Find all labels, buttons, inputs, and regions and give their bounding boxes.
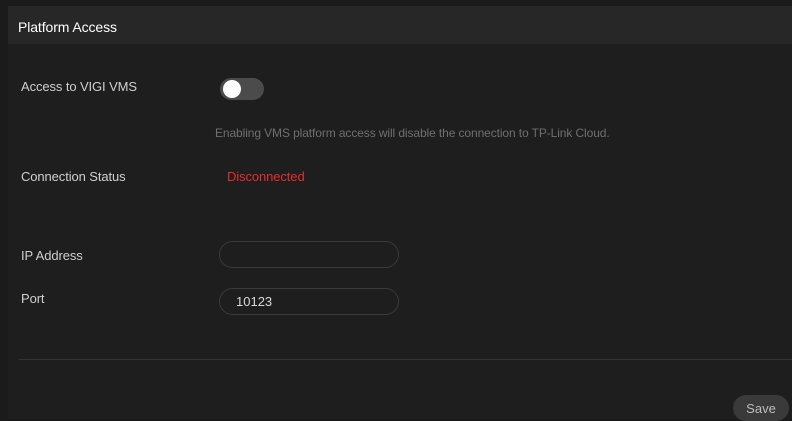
vms-access-hint: Enabling VMS platform access will disabl… (215, 126, 610, 140)
vms-access-toggle[interactable] (220, 78, 264, 100)
port-label: Port (21, 291, 45, 306)
vms-access-label: Access to VIGI VMS (21, 79, 137, 94)
panel-title: Platform Access (18, 19, 117, 35)
ip-address-label: IP Address (21, 248, 83, 263)
save-button[interactable]: Save (733, 395, 789, 421)
panel-header: Platform Access (8, 6, 792, 44)
toggle-knob (223, 80, 241, 98)
connection-status-value: Disconnected (227, 169, 305, 184)
ip-address-input[interactable] (219, 241, 399, 268)
connection-status-label: Connection Status (21, 169, 126, 184)
platform-access-panel: Platform Access Access to VIGI VMS Enabl… (8, 6, 792, 421)
footer-divider (19, 359, 792, 360)
port-input[interactable] (219, 288, 399, 315)
